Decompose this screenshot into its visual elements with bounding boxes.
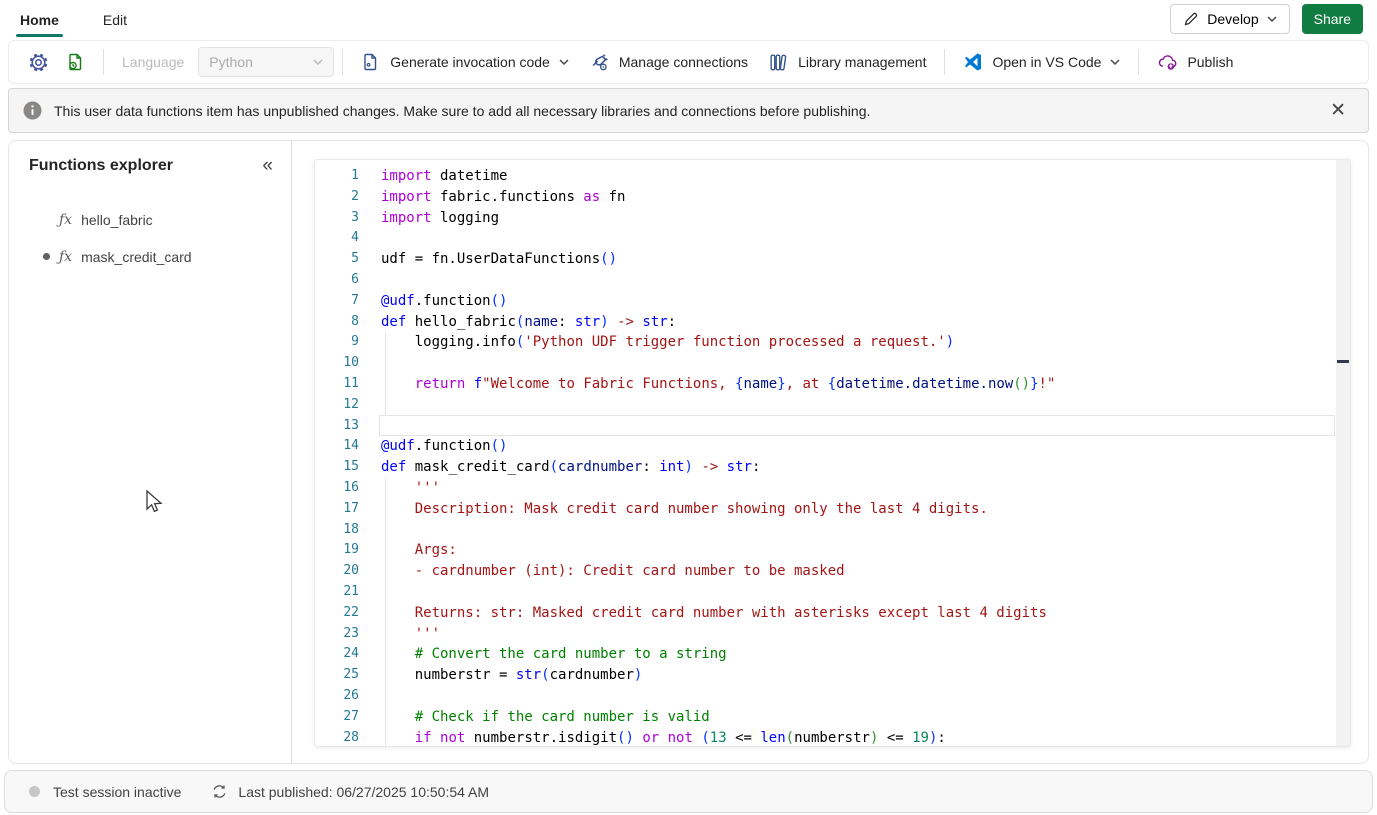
code-line: Args:	[381, 542, 457, 559]
code-line: @udf.function()	[381, 292, 508, 309]
chevron-down-icon	[1110, 59, 1120, 65]
modified-dot	[43, 253, 50, 260]
banner-message: This user data functions item has unpubl…	[54, 102, 871, 119]
code-line: Returns: str: Masked credit card number …	[381, 604, 1047, 621]
main-content: Functions explorer « ƒx hello_fabric ƒx mas…	[8, 140, 1369, 764]
tab-edit[interactable]: Edit	[101, 3, 129, 35]
tab-home[interactable]: Home	[16, 3, 63, 37]
function-name: hello_fabric	[81, 211, 153, 228]
indent-guide	[385, 478, 386, 746]
code-line: '''	[381, 479, 441, 496]
code-line: def hello_fabric(name: str) -> str:	[381, 313, 677, 330]
vscode-icon	[963, 52, 983, 72]
chevron-down-icon	[1267, 16, 1277, 22]
editor-region: 1 2 3 4 5 6 7 8 9 10 11 12 13 14 15 16 17 18 19 20 21 22 23 24 2…	[292, 141, 1368, 763]
editor-scrollbar[interactable]	[1336, 160, 1350, 746]
document-refresh-icon	[66, 52, 86, 72]
code-lines[interactable]: import datetime import fabric.functions a…	[381, 166, 1350, 746]
functions-explorer-panel: Functions explorer « ƒx hello_fabric ƒx mas…	[9, 141, 292, 763]
code-editor[interactable]: 1 2 3 4 5 6 7 8 9 10 11 12 13 14 15 16 17 18 19 20 21 22 23 24 2…	[314, 159, 1351, 747]
code-line: numberstr = str(cardnumber)	[381, 667, 643, 684]
code-line: udf = fn.UserDataFunctions()	[381, 251, 618, 268]
cloud-upload-icon	[1157, 52, 1178, 73]
divider	[1138, 49, 1140, 75]
unpublished-changes-banner: This user data functions item has unpubl…	[8, 88, 1369, 133]
code-line: def mask_credit_card(cardnumber: int) ->…	[381, 459, 761, 476]
info-icon	[23, 101, 42, 120]
function-list: ƒx hello_fabric ƒx mask_credit_card	[29, 201, 279, 275]
code-line: '''	[381, 625, 441, 642]
code-line: import datetime	[381, 168, 508, 184]
open-in-vscode-button[interactable]: Open in VS Code	[953, 44, 1130, 80]
code-line: import fabric.functions as fn	[381, 188, 626, 205]
books-icon	[768, 52, 789, 73]
code-line: import logging	[381, 209, 500, 226]
reset-code-button[interactable]	[57, 44, 95, 80]
function-icon: ƒx	[59, 248, 73, 265]
language-select[interactable]: Python	[198, 47, 335, 77]
last-published-text: Last published: 06/27/2025 10:50:54 AM	[238, 783, 490, 800]
collapse-panel-icon[interactable]: «	[256, 155, 279, 177]
code-line: - cardnumber (int): Credit card number t…	[381, 563, 845, 580]
function-name: mask_credit_card	[81, 248, 192, 265]
divider	[944, 49, 946, 75]
gear-icon	[28, 52, 49, 73]
indent-guide	[385, 333, 386, 416]
code-line: # Check if the card number is valid	[381, 708, 710, 725]
session-status-text: Test session inactive	[53, 783, 182, 800]
code-line: # Convert the card number to a string	[381, 646, 727, 663]
share-button[interactable]: Share	[1301, 4, 1363, 34]
manage-connections-button[interactable]: Manage connections	[579, 44, 758, 80]
language-label: Language	[122, 54, 185, 70]
code-line: @udf.function()	[381, 438, 508, 455]
current-line-highlight	[379, 415, 1335, 436]
sidebar-item-mask_credit_card[interactable]: ƒx mask_credit_card	[29, 238, 279, 275]
plug-icon	[589, 52, 610, 73]
gutter: 1 2 3 4 5 6 7 8 9 10 11 12 13 14 15 16 17 18 19 20 21 22 23 24 2…	[343, 168, 359, 745]
code-document-icon	[361, 52, 381, 72]
code-line: if not numberstr.isdigit() or not (13 <=…	[414, 729, 946, 746]
close-icon[interactable]: ✕	[1322, 99, 1354, 122]
code-line: Description: Mask credit card number sho…	[381, 500, 988, 517]
generate-invocation-code-button[interactable]: Generate invocation code	[351, 44, 579, 80]
scrollbar-cursor-mark	[1337, 360, 1349, 363]
function-icon: ƒx	[59, 211, 73, 228]
sidebar-item-hello_fabric[interactable]: ƒx hello_fabric	[29, 201, 279, 238]
toolbar: Language Python Generate invocation code	[8, 40, 1369, 84]
sync-icon	[211, 783, 228, 800]
library-management-button[interactable]: Library management	[758, 44, 936, 80]
chevron-down-icon	[313, 59, 323, 65]
divider	[103, 49, 104, 75]
develop-button[interactable]: Develop	[1170, 4, 1290, 34]
session-status-dot-icon	[29, 786, 40, 797]
status-bar: Test session inactive Last published: 06…	[4, 770, 1373, 813]
publish-button[interactable]: Publish	[1147, 44, 1243, 80]
code-line: logging.info('Python UDF trigger functio…	[381, 334, 955, 351]
ribbon-tab-bar: Home Edit Develop Share	[0, 0, 1377, 38]
functions-explorer-title: Functions explorer	[29, 157, 174, 174]
divider	[342, 49, 344, 75]
pencil-icon	[1183, 11, 1199, 27]
chevron-down-icon	[559, 59, 569, 65]
code-line: return f"Welcome to Fabric Functions, {n…	[414, 375, 1056, 392]
settings-button[interactable]	[19, 44, 57, 80]
